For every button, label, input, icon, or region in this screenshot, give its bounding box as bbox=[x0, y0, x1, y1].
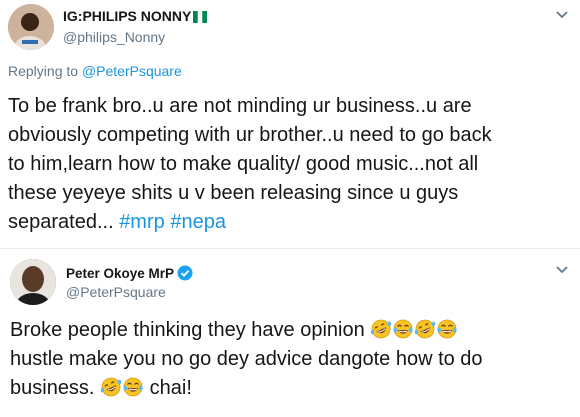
hashtag-link[interactable]: #mrp bbox=[119, 211, 165, 233]
text-line: to him,learn how to make quality/ good m… bbox=[8, 153, 479, 175]
tweet-text: To be frank bro..u are not minding ur bu… bbox=[8, 92, 574, 237]
replying-to: Replying to @PeterPsquare bbox=[8, 63, 182, 79]
text-line: business. bbox=[10, 377, 95, 399]
text-line-end: chai! bbox=[149, 377, 192, 399]
text-line: To be frank bro..u are not minding ur bu… bbox=[8, 95, 472, 117]
chevron-down-icon[interactable] bbox=[555, 265, 569, 275]
text-line: separated... bbox=[8, 211, 114, 233]
joy-emoji-icon bbox=[392, 318, 414, 340]
hashtag-link[interactable]: #nepa bbox=[170, 211, 226, 233]
display-name-text: IG:PHILIPS NONNY bbox=[63, 8, 192, 24]
joy-emoji-icon bbox=[122, 376, 144, 398]
avatar[interactable] bbox=[10, 259, 56, 305]
joy-emoji-icon bbox=[436, 318, 458, 340]
tweet-text: Broke people thinking they have opinion … bbox=[10, 316, 576, 403]
mention-link[interactable]: @PeterPsquare bbox=[82, 63, 182, 79]
chevron-down-icon[interactable] bbox=[555, 10, 569, 20]
user-handle[interactable]: @PeterPsquare bbox=[66, 284, 166, 300]
display-name[interactable]: Peter Okoye MrP bbox=[66, 265, 193, 281]
reply-tweet: IG:PHILIPS NONNY @philips_Nonny Replying… bbox=[0, 0, 580, 248]
rofl-emoji-icon bbox=[370, 318, 392, 340]
text-line: Broke people thinking they have opinion bbox=[10, 319, 365, 341]
text-line: hustle make you no go dey advice dangote… bbox=[10, 348, 483, 370]
text-line: obviously competing with ur brother..u n… bbox=[8, 124, 492, 146]
display-name-text: Peter Okoye MrP bbox=[66, 266, 175, 281]
display-name[interactable]: IG:PHILIPS NONNY bbox=[63, 8, 208, 24]
user-handle[interactable]: @philips_Nonny bbox=[63, 29, 165, 45]
avatar[interactable] bbox=[8, 4, 54, 50]
rofl-emoji-icon bbox=[100, 376, 122, 398]
replying-label: Replying to bbox=[8, 63, 79, 79]
text-line: these yeyeye shits u v been releasing si… bbox=[8, 182, 459, 204]
nigeria-flag-icon bbox=[193, 11, 208, 23]
rofl-emoji-icon bbox=[414, 318, 436, 340]
verified-icon bbox=[177, 265, 193, 281]
